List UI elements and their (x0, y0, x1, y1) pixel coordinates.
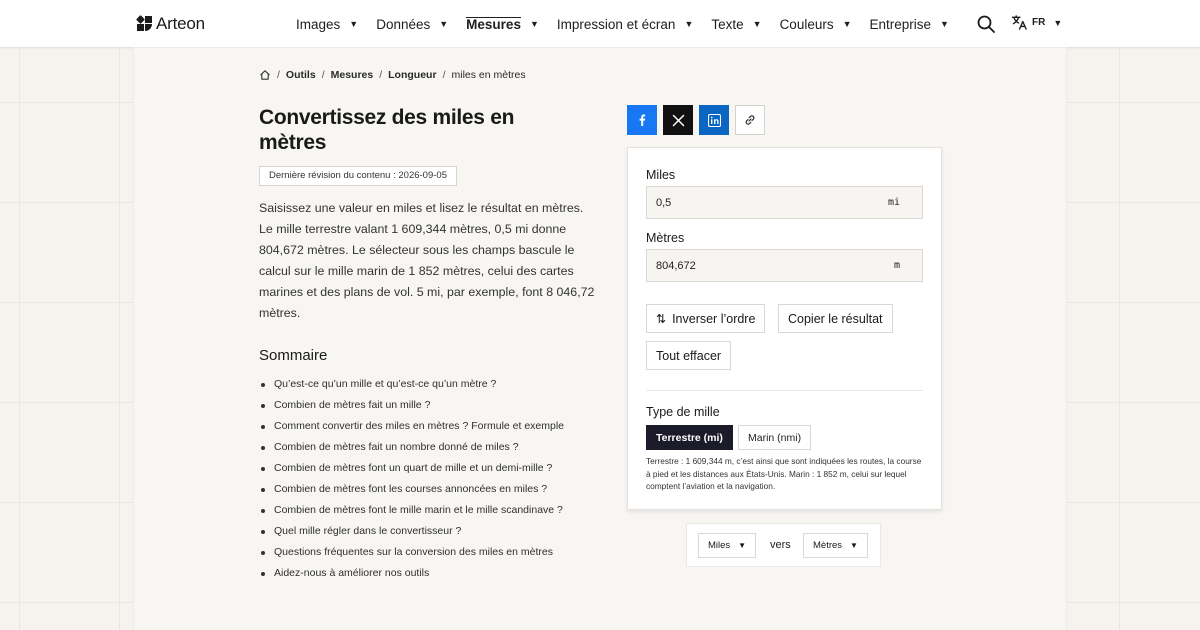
x-icon (672, 114, 684, 126)
chevron-down-icon: ▼ (529, 19, 539, 29)
nav-item-donnees[interactable]: Données ▼ (376, 0, 448, 48)
breadcrumb-mesures[interactable]: Mesures (331, 69, 374, 81)
metres-field: m (646, 249, 923, 282)
to-unit-select[interactable]: Mètres ▼ (803, 533, 868, 558)
nav-item-impression-ecran[interactable]: Impression et écran ▼ (557, 0, 693, 48)
linkedin-icon (707, 113, 721, 127)
brand-name: Arteon (156, 14, 205, 33)
summary-title: Sommaire (259, 347, 328, 364)
intro-paragraph: Saisissez une valeur en miles et lisez l… (259, 201, 595, 320)
nav-item-mesures[interactable]: Mesures ▼ (466, 0, 539, 48)
summary-link[interactable]: Qu’est-ce qu’un mille et qu’est-ce qu’un… (260, 374, 564, 395)
summary-link[interactable]: Aidez-nous à améliorer nos outils (260, 563, 564, 584)
chevron-down-icon: ▼ (439, 19, 449, 29)
copy-link-button[interactable] (735, 105, 765, 135)
facebook-icon (639, 114, 646, 126)
metres-unit: m (893, 260, 900, 271)
miles-input[interactable] (647, 187, 877, 218)
mile-type-note: Terrestre : 1 609,344 m, c’est ainsi que… (646, 456, 922, 491)
revision-badge: Dernière révision du contenu : 2026-09-0… (259, 166, 457, 186)
unit-connector: vers (770, 539, 791, 551)
miles-label: Miles (646, 168, 676, 182)
from-unit-select[interactable]: Miles ▼ (698, 533, 757, 558)
main-menu: Images ▼ Données ▼ Mesures ▼ Impression … (296, 0, 967, 48)
summary-link[interactable]: Combien de mètres font les courses annon… (260, 479, 564, 500)
summary-link[interactable]: Combien de mètres fait un mille ? (260, 395, 564, 416)
summary-link[interactable]: Combien de mètres fait un nombre donné d… (260, 437, 564, 458)
copy-result-button[interactable]: Copier le résultat (778, 304, 893, 333)
share-facebook-button[interactable] (627, 105, 657, 135)
share-linkedin-button[interactable] (699, 105, 729, 135)
search-icon (977, 15, 995, 33)
miles-field: mi (646, 186, 923, 219)
nav-item-images[interactable]: Images ▼ (296, 0, 358, 48)
chevron-down-icon: ▼ (940, 19, 949, 29)
converter-panel: Miles mi Mètres m ⇅ Inverser l’ordre Cop… (627, 147, 942, 510)
breadcrumb-outils[interactable]: Outils (286, 69, 316, 81)
chevron-down-icon: ▼ (842, 19, 852, 29)
search-button[interactable] (976, 14, 996, 34)
language-code: FR (1032, 17, 1046, 28)
summary-list: Qu’est-ce qu’un mille et qu’est-ce qu’un… (260, 374, 564, 584)
content-card: / Outils / Mesures / Longueur / miles en… (134, 48, 1066, 630)
breadcrumb: / Outils / Mesures / Longueur / miles en… (259, 69, 526, 81)
chevron-down-icon: ▼ (1053, 17, 1063, 28)
link-icon (745, 115, 755, 125)
summary-link[interactable]: Combien de mètres font un quart de mille… (260, 458, 564, 479)
home-icon[interactable] (259, 69, 271, 81)
language-selector[interactable]: FR ▼ (1011, 14, 1062, 31)
summary-link[interactable]: Comment convertir des miles en mètres ? … (260, 416, 564, 437)
metres-input[interactable] (647, 250, 877, 281)
summary-link[interactable]: Combien de mètres font le mille marin et… (260, 500, 564, 521)
nav-item-couleurs[interactable]: Couleurs ▼ (780, 0, 852, 48)
swap-order-button[interactable]: ⇅ Inverser l’ordre (646, 304, 766, 333)
mile-type-marin[interactable]: Marin (nmi) (738, 425, 812, 450)
brand-logo[interactable]: Arteon (136, 14, 205, 34)
mile-type-terrestre[interactable]: Terrestre (mi) (646, 425, 733, 450)
chevron-down-icon: ▼ (349, 19, 359, 29)
miles-unit: mi (887, 197, 900, 208)
breadcrumb-current: miles en mètres (451, 69, 526, 81)
share-x-button[interactable] (663, 105, 693, 135)
nav-item-entreprise[interactable]: Entreprise ▼ (870, 0, 949, 48)
unit-selector-bar: Miles ▼ vers Mètres ▼ (686, 523, 881, 567)
swap-arrows-icon: ⇅ (656, 311, 667, 326)
page-title: Convertissez des miles en mètres (259, 106, 515, 154)
summary-link[interactable]: Quel mille régler dans le convertisseur … (260, 521, 564, 542)
nav-item-texte[interactable]: Texte ▼ (711, 0, 761, 48)
top-navigation-bar: Arteon Images ▼ Données ▼ Mesures ▼ Impr… (0, 0, 1200, 48)
divider (646, 390, 923, 391)
chevron-down-icon: ▼ (850, 541, 858, 550)
translate-icon (1011, 15, 1027, 30)
chevron-down-icon: ▼ (738, 541, 747, 550)
mile-type-label: Type de mille (646, 405, 720, 419)
arteon-logo-icon (136, 15, 153, 32)
share-buttons (627, 105, 765, 135)
chevron-down-icon: ▼ (752, 19, 762, 29)
chevron-down-icon: ▼ (684, 19, 694, 29)
clear-all-button[interactable]: Tout effacer (646, 341, 732, 370)
breadcrumb-longueur[interactable]: Longueur (388, 69, 436, 81)
metres-label: Mètres (646, 231, 685, 245)
summary-link[interactable]: Questions fréquentes sur la conversion d… (260, 542, 564, 563)
